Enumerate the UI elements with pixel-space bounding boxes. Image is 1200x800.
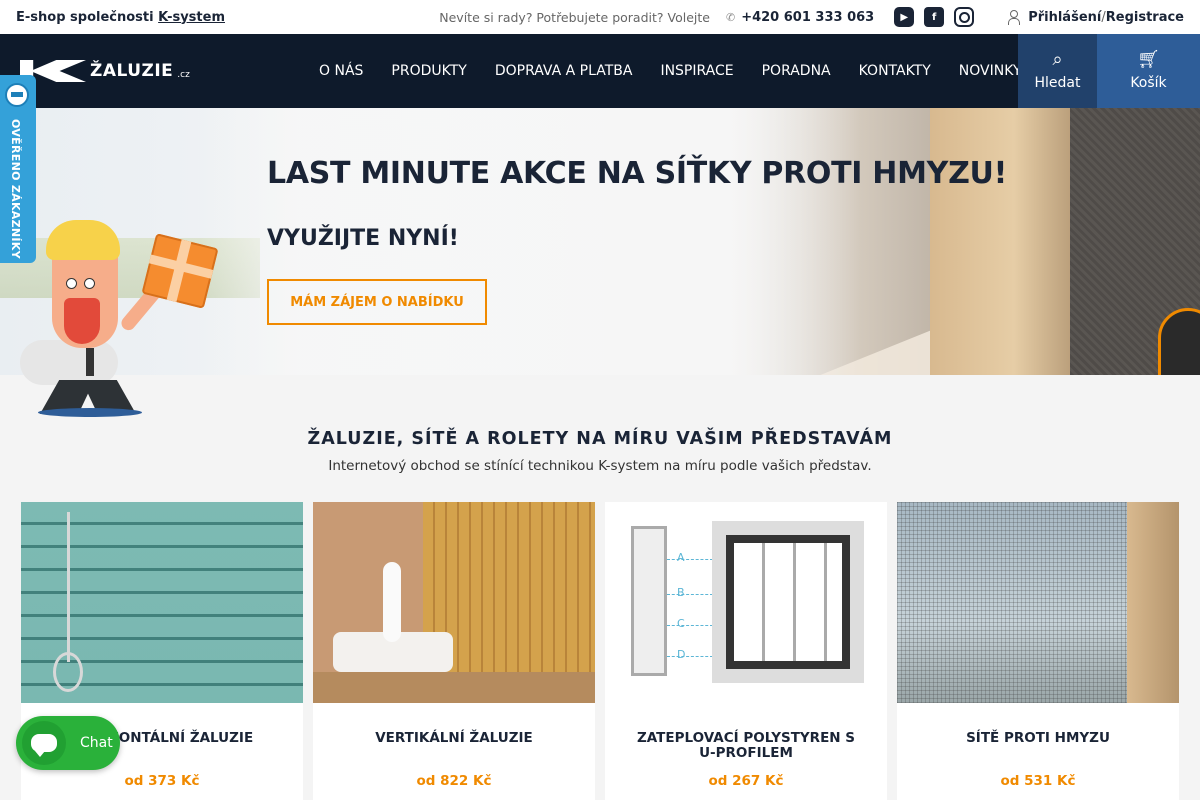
- menu-item-o-nas[interactable]: O NÁS: [305, 63, 377, 79]
- top-bar: E-shop společnosti K-system Nevíte si ra…: [0, 0, 1200, 34]
- mascot-tie: [86, 348, 94, 376]
- dimension-label-a: A: [677, 551, 685, 564]
- mascot-shadow: [38, 408, 142, 417]
- mascot-hair: [46, 220, 120, 260]
- hero-subtitle: VYUŽIJTE NYNÍ!: [267, 226, 459, 251]
- product-image[interactable]: [897, 502, 1179, 703]
- mascot-eye: [66, 278, 77, 289]
- product-image[interactable]: [21, 502, 303, 703]
- dimension-line: [667, 625, 713, 626]
- dimension-label-b: B: [677, 586, 685, 599]
- search-label: Hledat: [1034, 75, 1081, 91]
- product-price: od 531 Kč: [1000, 773, 1076, 789]
- chat-widget-button[interactable]: Chat: [16, 716, 120, 770]
- product-card-vertical-blinds[interactable]: VERTIKÁLNÍ ŽALUZIE od 822 Kč: [313, 502, 595, 800]
- product-image[interactable]: [313, 502, 595, 703]
- site-logo[interactable]: ŽALUZIE .cz: [20, 60, 190, 82]
- product-card-insect-screens[interactable]: SÍTĚ PROTI HMYZU od 531 Kč: [897, 502, 1179, 800]
- brand-prefix: E-shop společnosti: [16, 9, 154, 25]
- product-price: od 267 Kč: [708, 773, 784, 789]
- mascot-illustration: [14, 220, 224, 420]
- menu-item-poradna[interactable]: PORADNA: [748, 63, 845, 79]
- cart-button[interactable]: 🛒︎ Košík: [1097, 34, 1200, 108]
- section-subtitle: Internetový obchod se stínící technikou …: [328, 458, 872, 474]
- verified-customers-badge[interactable]: OVĚŘENO ZÁKAZNÍKY: [0, 75, 36, 263]
- youtube-icon[interactable]: ▶: [894, 7, 915, 27]
- chat-bubble-icon: [22, 721, 66, 765]
- instagram-icon[interactable]: [954, 7, 975, 27]
- k-system-link[interactable]: K-system: [158, 10, 225, 25]
- user-icon: [1008, 10, 1021, 25]
- mascot-body: [20, 340, 118, 385]
- facebook-icon[interactable]: f: [924, 7, 945, 27]
- dimension-line: [667, 656, 713, 657]
- product-price: od 822 Kč: [416, 773, 492, 789]
- hero-background-pillar: [930, 108, 1070, 375]
- dimension-line: [667, 559, 713, 560]
- menu-item-kontakty[interactable]: KONTAKTY: [845, 63, 945, 79]
- search-button[interactable]: ⌕ Hledat: [1018, 34, 1097, 108]
- blind-cord-loop: [53, 652, 83, 692]
- room-floor: [313, 672, 595, 703]
- section-title: ŽALUZIE, SÍTĚ A ROLETY NA MÍRU VAŠIM PŘE…: [307, 429, 893, 449]
- window-frame-diagram: [712, 521, 864, 683]
- account-links: Přihlášení/Registrace: [1008, 10, 1184, 25]
- dimension-label-d: D: [677, 648, 686, 661]
- social-links: ▶ f: [894, 7, 975, 27]
- mascot-eye: [84, 278, 95, 289]
- verified-badge-text: OVĚŘENO ZÁKAZNÍKY: [9, 119, 22, 259]
- product-price: od 373 Kč: [124, 773, 200, 789]
- main-navbar: ŽALUZIE .cz O NÁS PRODUKTY DOPRAVA A PLA…: [0, 34, 1200, 108]
- cart-icon: 🛒︎: [1137, 49, 1160, 70]
- product-name[interactable]: SÍTĚ PROTI HMYZU: [897, 731, 1179, 763]
- phone-number: +420 601 333 063: [741, 9, 875, 25]
- cart-label: Košík: [1130, 75, 1167, 91]
- product-image[interactable]: A B C D: [605, 502, 887, 703]
- menu-item-produkty[interactable]: PRODUKTY: [377, 63, 480, 79]
- logo-suffix: .cz: [177, 70, 190, 80]
- menu-item-doprava-a-platba[interactable]: DOPRAVA A PLATBA: [481, 63, 647, 79]
- product-grid: HORIZONTÁLNÍ ŽALUZIE od 373 Kč VERTIKÁLN…: [21, 502, 1179, 800]
- mascot-mouth: [64, 298, 100, 344]
- insect-mascot: [1158, 308, 1200, 375]
- logo-word: ŽALUZIE: [90, 61, 174, 81]
- help-text: Nevíte si rady? Potřebujete poradit? Vol…: [439, 9, 710, 25]
- product-name[interactable]: VERTIKÁLNÍ ŽALUZIE: [313, 731, 595, 763]
- insect-screen-mesh: [897, 502, 1127, 703]
- u-profile-diagram: [631, 526, 667, 676]
- hero-title: LAST MINUTE AKCE NA SÍŤKY PROTI HMYZU!: [267, 156, 1007, 191]
- product-card-polystyrene[interactable]: A B C D ZATEPLOVACÍ POLYSTYREN S U-PROFI…: [605, 502, 887, 800]
- verified-seal-icon: [5, 83, 29, 107]
- main-menu: O NÁS PRODUKTY DOPRAVA A PLATBA INSPIRAC…: [305, 34, 1035, 108]
- search-icon: ⌕: [1052, 49, 1063, 70]
- brand-line: E-shop společnosti K-system: [16, 10, 225, 25]
- dimension-label-c: C: [677, 617, 685, 630]
- login-link[interactable]: Přihlášení: [1028, 10, 1101, 25]
- register-link[interactable]: Registrace: [1106, 10, 1184, 25]
- chat-label: Chat: [80, 735, 113, 751]
- window-pane: [726, 535, 850, 669]
- menu-item-inspirace[interactable]: INSPIRACE: [646, 63, 747, 79]
- phone-link[interactable]: ✆ +420 601 333 063: [726, 10, 874, 25]
- window-post: [1127, 502, 1179, 703]
- dimension-line: [667, 594, 713, 595]
- phone-icon: ✆: [725, 10, 736, 24]
- blind-cord: [67, 512, 70, 662]
- hero-cta-button[interactable]: MÁM ZÁJEM O NABÍDKU: [267, 279, 487, 325]
- product-name[interactable]: ZATEPLOVACÍ POLYSTYREN S U-PROFILEM: [605, 731, 887, 763]
- room-lamp: [383, 562, 401, 642]
